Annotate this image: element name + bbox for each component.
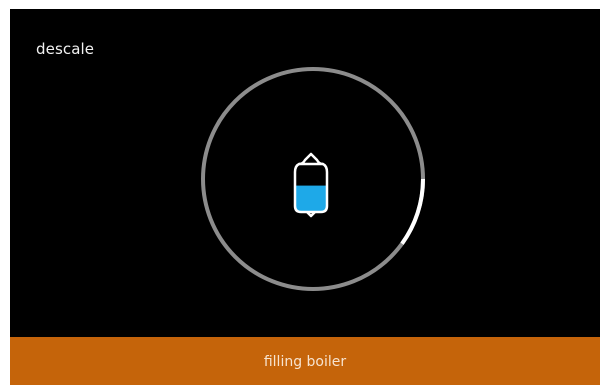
- progress-ring-fill: [400, 178, 425, 245]
- status-text: filling boiler: [263, 354, 347, 370]
- boiler-top-valve: [298, 152, 324, 166]
- descale-screen: descale filling boiler: [10, 9, 600, 385]
- boiler-water-level: [295, 185, 327, 212]
- boiler-icon: [293, 152, 329, 218]
- status-bar: filling boiler: [10, 337, 600, 385]
- screen-title: descale: [36, 40, 95, 58]
